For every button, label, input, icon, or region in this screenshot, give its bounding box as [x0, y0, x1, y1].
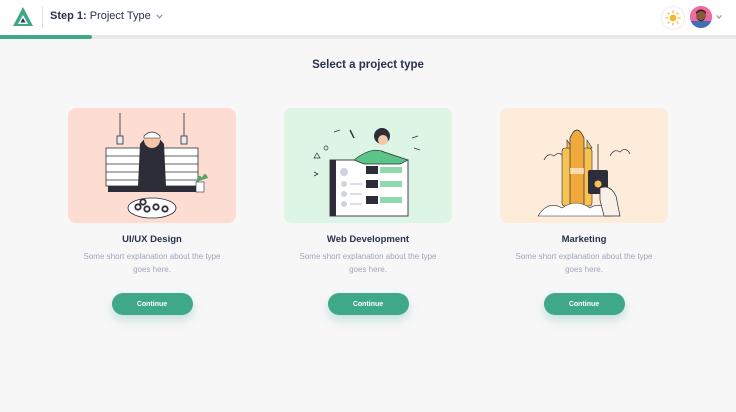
card-title: Web Development	[326, 234, 410, 245]
project-type-card-web-development[interactable]: Web Development Some short explanation a…	[284, 108, 452, 315]
chevron-down-icon[interactable]	[155, 12, 164, 21]
step-progress-bar	[0, 35, 736, 39]
continue-button[interactable]: Continue	[111, 293, 193, 315]
header-divider	[42, 6, 43, 28]
page-title: Select a project type	[312, 59, 424, 71]
continue-button[interactable]: Continue	[327, 293, 409, 315]
card-description: Some short explanation about the type go…	[83, 252, 221, 274]
card-image-web-development	[284, 108, 452, 223]
card-title: Marketing	[561, 234, 607, 245]
card-description: Some short explanation about the type go…	[299, 252, 437, 274]
step-progress-fill	[0, 35, 92, 39]
step-label: Step 1:	[50, 10, 87, 22]
card-title: UI/UX Design	[122, 234, 182, 245]
avatar-image	[690, 6, 712, 28]
rocket-launch-illustration	[537, 129, 631, 217]
card-image-marketing	[500, 108, 668, 223]
card-description: Some short explanation about the type go…	[515, 252, 653, 274]
continue-button[interactable]: Continue	[543, 293, 625, 315]
theme-toggle-button[interactable]	[661, 6, 685, 30]
project-type-card-marketing[interactable]: Marketing Some short explanation about t…	[500, 108, 668, 315]
step-dropdown[interactable]: Step 1: Project Type	[50, 10, 151, 22]
card-image-uiux	[68, 108, 236, 223]
top-navbar: Step 1: Project Type	[0, 0, 736, 35]
user-avatar[interactable]	[690, 6, 712, 28]
step-name: Project Type	[89, 10, 151, 22]
sushi-chef-illustration	[105, 113, 208, 219]
sun-icon	[665, 10, 681, 26]
project-type-card-uiux[interactable]: UI/UX Design Some short explanation abou…	[68, 108, 236, 315]
avatar-chevron-down-icon[interactable]	[715, 13, 723, 21]
web-developer-illustration	[313, 128, 421, 217]
logo-icon[interactable]	[12, 6, 34, 28]
